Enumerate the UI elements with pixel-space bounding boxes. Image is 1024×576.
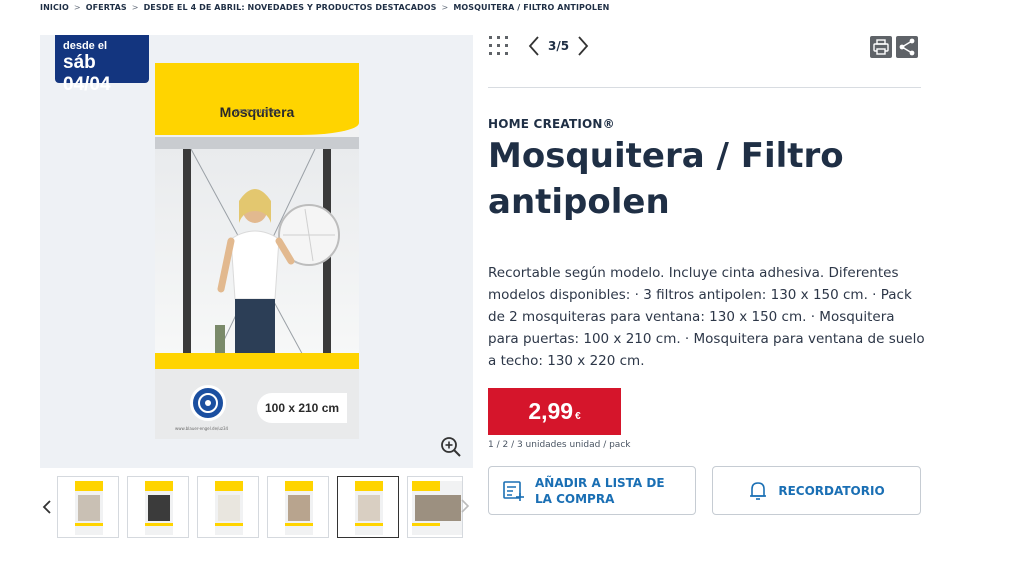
package-yellow-band bbox=[155, 353, 359, 369]
thumbnail-strip bbox=[40, 476, 473, 538]
date-badge-date: sáb 04/04 bbox=[63, 52, 111, 95]
chevron-right-icon[interactable] bbox=[577, 35, 589, 57]
breadcrumb-novedades[interactable]: DESDE EL 4 DE ABRIL: NOVEDADES Y PRODUCT… bbox=[144, 3, 437, 12]
breadcrumb: INICIO > OFERTAS > DESDE EL 4 DE ABRIL: … bbox=[40, 3, 609, 12]
chevron-left-icon[interactable] bbox=[528, 35, 540, 57]
reminder-button[interactable]: RECORDATORIO bbox=[712, 466, 921, 515]
woman-with-net-illustration bbox=[190, 149, 340, 359]
thumbnail-4[interactable] bbox=[267, 476, 329, 538]
image-pager: 3/5 bbox=[528, 35, 589, 57]
product-topbar: 3/5 bbox=[488, 33, 921, 63]
thumbnail-prev-button[interactable] bbox=[40, 497, 54, 517]
thumbnail-2[interactable] bbox=[127, 476, 189, 538]
package-stripe bbox=[155, 137, 359, 149]
chevron-right-icon bbox=[461, 499, 470, 513]
add-to-shopping-list-button[interactable]: AÑADIR A LISTA DE LA COMPRA bbox=[488, 466, 696, 515]
price-tag: 2,99 € bbox=[488, 388, 621, 435]
thumbnail-5-active[interactable] bbox=[337, 476, 399, 538]
product-title: Mosquitera / Filtro antipolen bbox=[488, 136, 844, 222]
thumbnail-3[interactable] bbox=[197, 476, 259, 538]
product-image-gallery[interactable]: desde el sáb 04/04 Mosquitera para puert… bbox=[40, 35, 473, 468]
print-button[interactable] bbox=[870, 36, 892, 58]
print-icon bbox=[873, 39, 889, 55]
breadcrumb-separator: > bbox=[73, 3, 81, 12]
blue-angel-ecolabel-icon bbox=[190, 385, 226, 421]
price-value: 2,99 bbox=[528, 398, 574, 424]
package-photo bbox=[155, 149, 359, 359]
share-button[interactable] bbox=[896, 36, 918, 58]
product-brand: HOME CREATION® bbox=[488, 117, 615, 131]
product-description: Recortable según modelo. Incluye cinta a… bbox=[488, 265, 925, 369]
date-badge: desde el sáb 04/04 bbox=[55, 35, 149, 95]
package-size-label: 100 x 210 cm bbox=[257, 393, 347, 423]
price-currency: € bbox=[575, 411, 581, 422]
product-image: Mosquitera para puertas 100 x 210 cm www… bbox=[155, 63, 359, 439]
pager-count: 3/5 bbox=[548, 39, 570, 53]
bell-icon bbox=[750, 481, 767, 500]
shopping-list-icon bbox=[503, 480, 524, 501]
thumbnail-next-button[interactable] bbox=[460, 498, 472, 518]
zoom-in-icon[interactable] bbox=[440, 436, 462, 458]
date-badge-prefix: desde el bbox=[63, 40, 108, 52]
breadcrumb-inicio[interactable]: INICIO bbox=[40, 3, 69, 12]
breadcrumb-current: MOSQUITERA / FILTRO ANTIPOLEN bbox=[453, 3, 610, 12]
unit-info: 1 / 2 / 3 unidades unidad / pack bbox=[488, 440, 631, 450]
breadcrumb-ofertas[interactable]: OFERTAS bbox=[86, 3, 127, 12]
thumbnail-6[interactable] bbox=[407, 476, 463, 538]
package-url: www.blauer-engel.de/uz34 bbox=[175, 426, 229, 431]
breadcrumb-separator: > bbox=[441, 3, 449, 12]
package-subtitle: para puertas bbox=[234, 107, 280, 115]
share-icon bbox=[899, 38, 915, 56]
chevron-left-icon bbox=[42, 500, 51, 514]
thumbnail-1[interactable] bbox=[57, 476, 119, 538]
reminder-label: RECORDATORIO bbox=[778, 483, 885, 498]
breadcrumb-separator: > bbox=[131, 3, 139, 12]
header-divider bbox=[488, 87, 921, 88]
add-to-list-label: AÑADIR A LISTA DE LA COMPRA bbox=[535, 475, 665, 506]
grid-icon[interactable] bbox=[488, 35, 510, 57]
